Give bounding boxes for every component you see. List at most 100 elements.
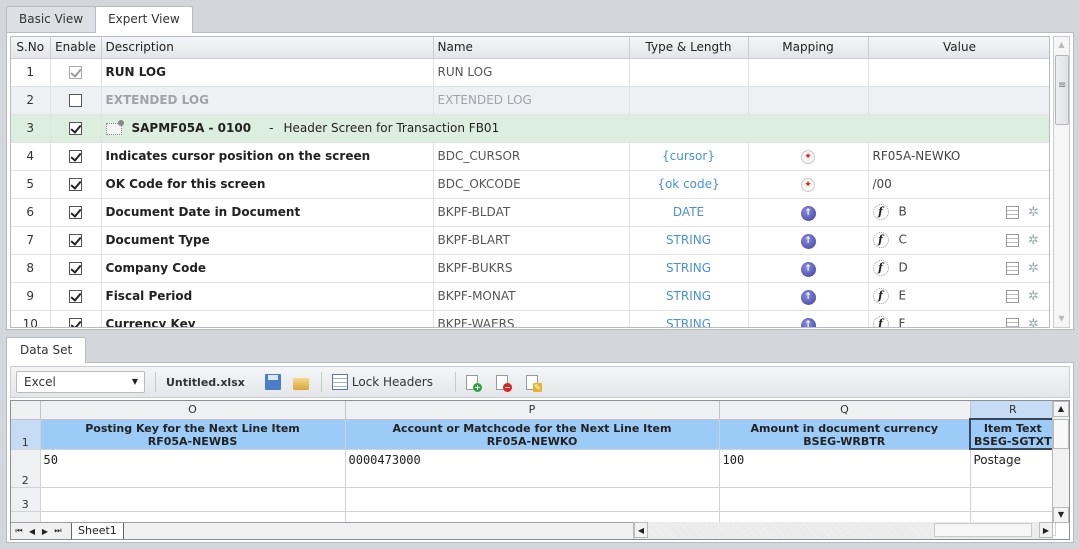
column-header[interactable]: Q (719, 401, 971, 420)
data-cell[interactable]: 0000473000 (345, 449, 720, 488)
sheet-tab[interactable]: Sheet1 (71, 523, 124, 539)
enable-checkbox[interactable] (69, 66, 82, 79)
table-row[interactable]: 1 RUN LOG RUN LOG (11, 58, 1049, 87)
list-icon[interactable] (1005, 205, 1019, 219)
list-icon[interactable] (1005, 289, 1019, 303)
scroll-down-arrow-icon[interactable]: ▼ (1054, 311, 1069, 327)
table-row[interactable]: 2 EXTENDED LOG EXTENDED LOG (11, 86, 1049, 115)
tab-basic-view[interactable]: Basic View (6, 6, 97, 32)
enable-checkbox[interactable] (69, 94, 82, 107)
upload-icon[interactable]: ↑ (800, 261, 816, 277)
upload-icon[interactable]: ↑ (800, 317, 816, 327)
col-header-name[interactable]: Name (433, 37, 630, 59)
settings-icon[interactable]: ✲ (1027, 261, 1041, 276)
settings-icon[interactable]: ✲ (1027, 289, 1041, 304)
scroll-left-arrow-icon[interactable]: ◀ (634, 522, 648, 538)
data-cell[interactable]: 50 (40, 449, 346, 488)
scroll-thumb[interactable] (1055, 55, 1069, 125)
enable-checkbox[interactable] (69, 206, 82, 219)
header-cell[interactable]: Posting Key for the Next Line Item RF05A-… (40, 419, 346, 450)
formula-icon[interactable]: f (872, 288, 889, 304)
col-header-value[interactable]: Value (868, 37, 1049, 59)
row-value[interactable]: /00 (868, 170, 1049, 199)
col-header-sno[interactable]: S.No (11, 37, 51, 59)
header-cell[interactable]: Amount in document currency BSEG-WRBTR (719, 419, 971, 450)
last-sheet-icon[interactable]: ⏭ (53, 526, 63, 536)
enable-checkbox[interactable] (69, 290, 82, 303)
sheet-vertical-scrollbar[interactable]: ▲ ▼ (1052, 401, 1069, 523)
col-header-description[interactable]: Description (101, 37, 434, 59)
formula-icon[interactable]: f (872, 232, 889, 248)
source-select[interactable]: Excel ▼ (16, 371, 145, 393)
column-header[interactable]: O (40, 401, 346, 420)
scroll-thumb[interactable] (934, 523, 1032, 537)
edit-sheet-icon[interactable]: ✎ (525, 374, 542, 392)
corner-cell[interactable] (11, 401, 41, 420)
enable-checkbox[interactable] (69, 150, 82, 163)
formula-icon[interactable]: f (872, 204, 889, 220)
data-cell[interactable] (40, 487, 346, 512)
first-sheet-icon[interactable]: ⏮ (14, 526, 24, 536)
pin-icon[interactable]: ✦ (801, 150, 815, 164)
table-row[interactable]: 8 Company Code BKPF-BUKRS STRING ↑ f D ✲ (11, 254, 1049, 283)
settings-icon[interactable]: ✲ (1027, 205, 1041, 220)
row-value[interactable]: RF05A-NEWKO (868, 142, 1049, 171)
table-row[interactable]: 7 Document Type BKPF-BLART STRING ↑ f C ✲ (11, 226, 1049, 255)
tab-data-set[interactable]: Data Set (6, 337, 87, 363)
remove-row-icon[interactable]: − (495, 374, 512, 392)
header-cell[interactable]: Account or Matchcode for the Next Line I… (345, 419, 720, 450)
list-icon[interactable] (1005, 261, 1019, 275)
data-cell[interactable] (345, 487, 720, 512)
upload-icon[interactable]: ↑ (800, 233, 816, 249)
column-header[interactable]: P (345, 401, 720, 420)
row-header[interactable]: 2 (11, 449, 41, 488)
save-icon[interactable] (264, 374, 281, 390)
col-header-enable[interactable]: Enable (50, 37, 102, 59)
row-header[interactable]: 3 (11, 487, 41, 512)
enable-checkbox[interactable] (69, 122, 82, 135)
col-header-type-length[interactable]: Type & Length (629, 37, 749, 59)
scroll-right-arrow-icon[interactable]: ▶ (1039, 522, 1053, 538)
lock-headers-button[interactable]: Lock Headers (352, 375, 433, 389)
grid-vertical-scrollbar[interactable]: ▲ ▼ (1053, 36, 1070, 328)
formula-icon[interactable]: f (872, 316, 889, 327)
table-row[interactable]: 4 Indicates cursor position on the scree… (11, 142, 1049, 171)
scroll-up-arrow-icon[interactable]: ▲ (1054, 37, 1069, 53)
prev-sheet-icon[interactable]: ◀ (27, 527, 37, 536)
list-icon[interactable] (1005, 233, 1019, 247)
list-icon[interactable] (1005, 317, 1019, 327)
upload-icon[interactable]: ↑ (800, 205, 816, 221)
enable-checkbox[interactable] (69, 318, 82, 327)
table-row[interactable]: 9 Fiscal Period BKPF-MONAT STRING ↑ f E ✲ (11, 282, 1049, 311)
scroll-down-arrow-icon[interactable]: ▼ (1053, 507, 1069, 523)
scroll-up-arrow-icon[interactable]: ▲ (1053, 401, 1069, 417)
formula-icon[interactable]: f (872, 260, 889, 276)
sheet-horizontal-scrollbar[interactable]: ◀ ▶ (633, 522, 1053, 539)
table-row[interactable]: 5 OK Code for this screen BDC_OKCODE {ok… (11, 170, 1049, 199)
enable-checkbox[interactable] (69, 178, 82, 191)
pin-icon[interactable]: ✦ (801, 178, 815, 192)
row-header[interactable]: 1 (11, 419, 41, 450)
table-row[interactable]: 6 Document Date in Document BKPF-BLDAT D… (11, 198, 1049, 227)
open-folder-icon[interactable] (292, 378, 309, 390)
header-cell-selected[interactable]: Item Text BSEG-SGTXT (969, 418, 1057, 450)
tab-expert-view[interactable]: Expert View (95, 6, 193, 33)
spreadsheet[interactable]: O P Q R 1 Posting Key for the Next Line … (10, 400, 1070, 540)
next-sheet-icon[interactable]: ▶ (40, 527, 50, 536)
upload-icon[interactable]: ↑ (800, 289, 816, 305)
enable-checkbox[interactable] (69, 234, 82, 247)
data-cell[interactable] (719, 487, 971, 512)
table-row[interactable]: 10 Currency Key BKPF-WAERS STRING ↑ f F ✲ (11, 310, 1049, 327)
data-cell[interactable] (970, 487, 1057, 512)
enable-checkbox[interactable] (69, 262, 82, 275)
settings-icon[interactable]: ✲ (1027, 233, 1041, 248)
lock-headers-icon[interactable] (331, 374, 348, 390)
screen-row[interactable]: 3 SAPMF05A - 0100 - Header Screen for Tran… (11, 114, 1049, 143)
data-cell[interactable]: Postage (970, 449, 1057, 488)
add-row-icon[interactable]: + (465, 374, 482, 392)
data-cell[interactable]: 100 (719, 449, 971, 488)
settings-icon[interactable]: ✲ (1027, 317, 1041, 327)
column-header[interactable]: R (970, 401, 1057, 420)
scroll-thumb[interactable] (1053, 419, 1069, 449)
col-header-mapping[interactable]: Mapping (748, 37, 869, 59)
